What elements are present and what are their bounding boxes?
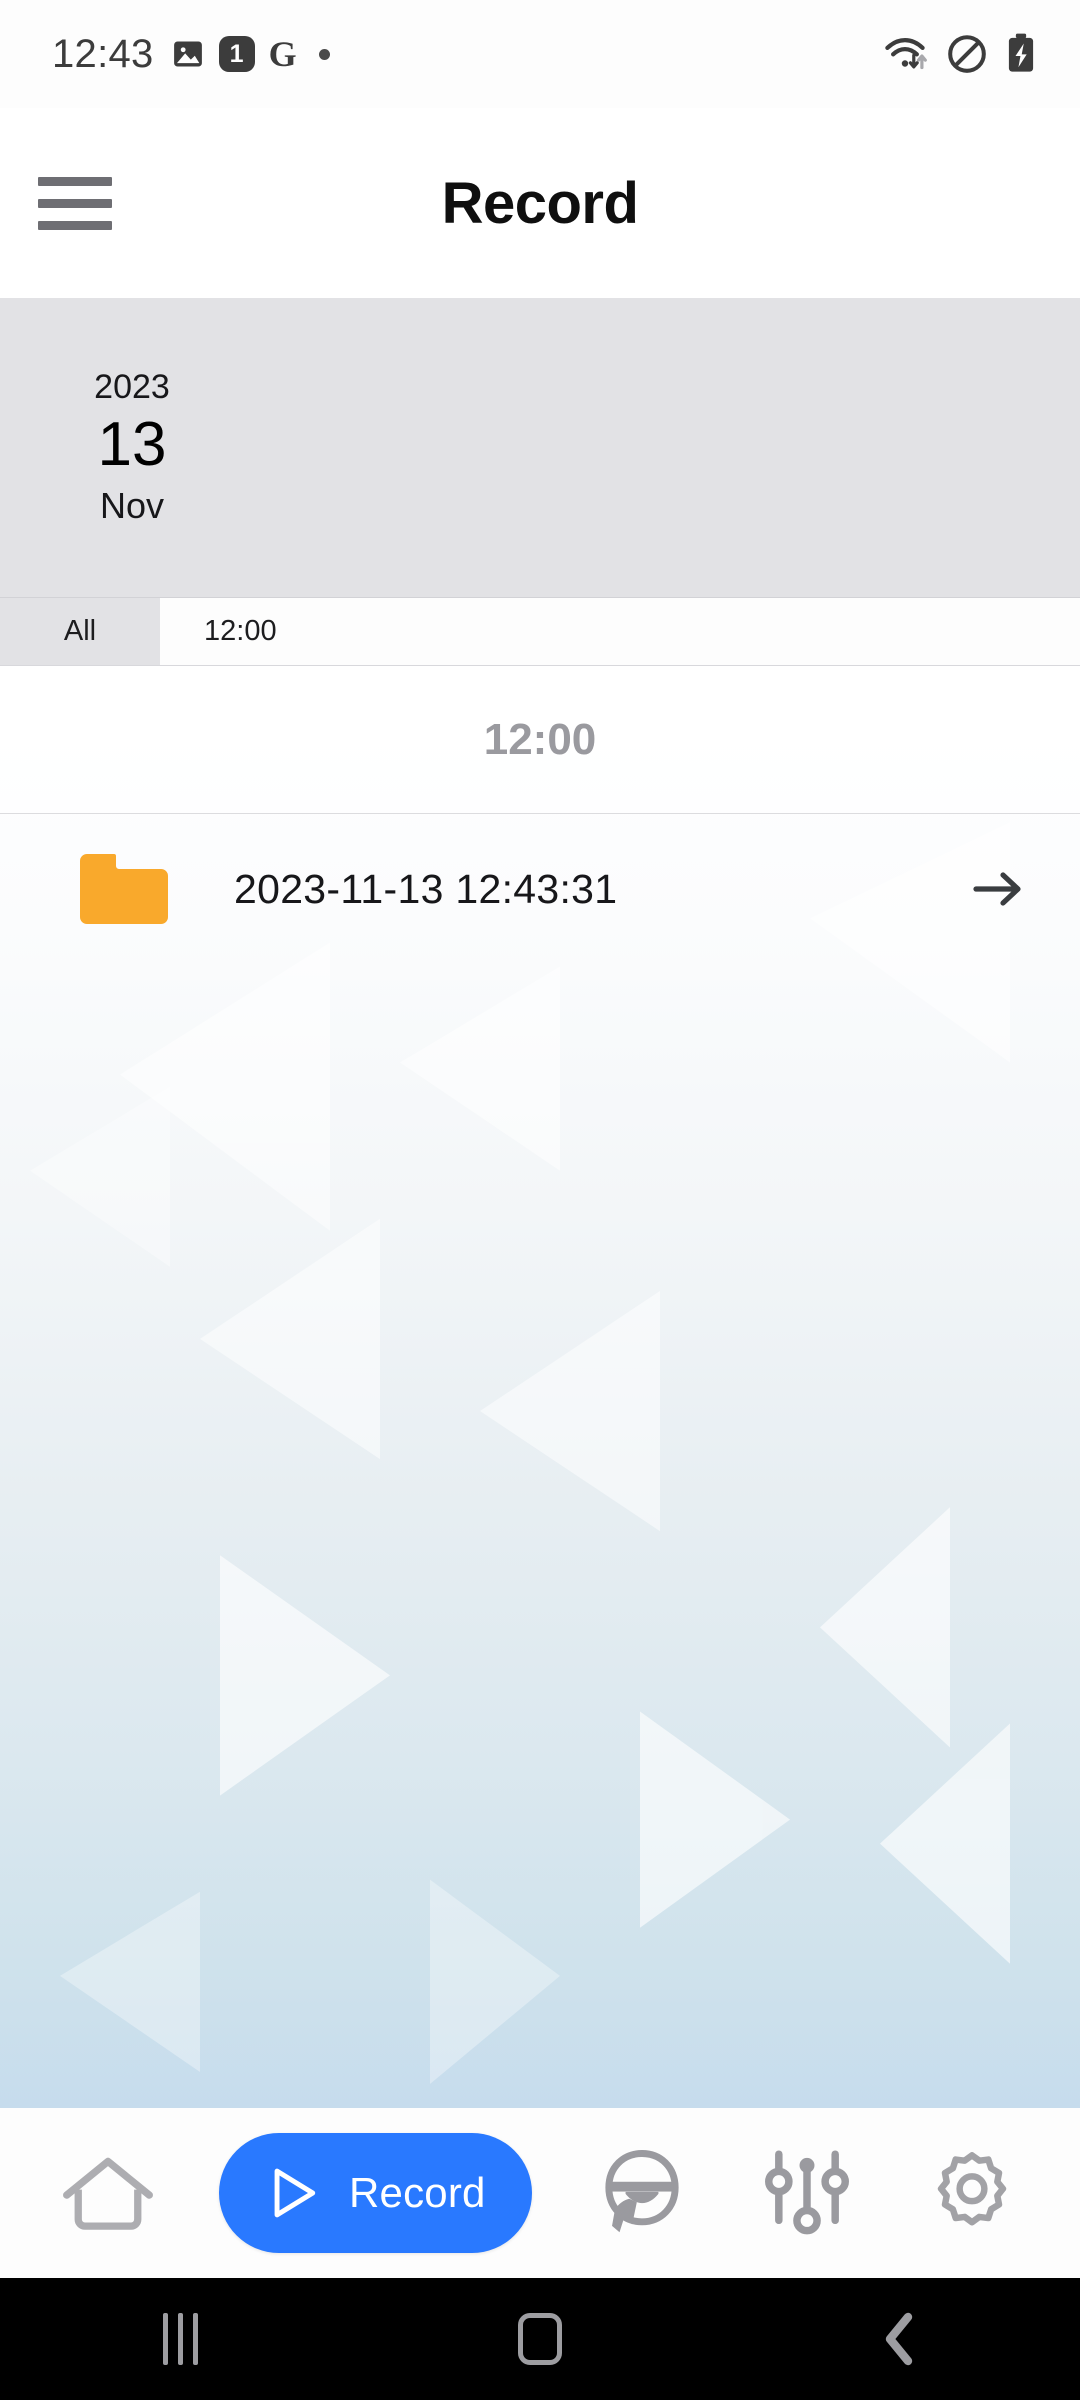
date-cell[interactable]: 2023 13 Nov (72, 366, 192, 530)
home-icon (63, 2157, 154, 2230)
android-navigation-bar (0, 2278, 1080, 2400)
tab-all[interactable]: All (0, 598, 160, 665)
recents-bar (177, 2313, 183, 2365)
gear-icon (937, 2152, 1006, 2226)
list-item[interactable]: 2023-11-13 12:43:31 (0, 814, 1080, 964)
nav-item-driving[interactable] (588, 2134, 696, 2252)
notification-badge: 1 (218, 36, 255, 72)
recents-icon[interactable] (90, 2278, 270, 2400)
status-bar-left: 12:43 1 G (52, 34, 330, 74)
app-header: Record (0, 108, 1080, 298)
nav-item-settings[interactable] (918, 2134, 1026, 2252)
recents-bar (162, 2313, 168, 2365)
status-bar-notification-icons: 1 G (171, 36, 330, 72)
play-triangle-icon (274, 2168, 316, 2218)
battery-charging-icon (1008, 33, 1034, 72)
hamburger-menu-icon[interactable] (38, 176, 112, 230)
content-area: 12:00 2023-11-13 12:43:31 (0, 666, 1080, 2108)
do-not-disturb-icon (948, 35, 986, 73)
home-square-icon[interactable] (450, 2278, 630, 2400)
file-name: 2023-11-13 12:43:31 (234, 865, 618, 912)
hamburger-bar (38, 220, 112, 230)
section-header: 12:00 (0, 666, 1080, 814)
date-month: Nov (99, 484, 165, 526)
photo-icon (173, 41, 202, 67)
bottom-navigation-bar: Record (0, 2108, 1080, 2278)
hamburger-bar (38, 198, 112, 208)
date-year: 2023 (94, 367, 170, 406)
hamburger-bar (38, 176, 112, 186)
back-chevron-icon[interactable] (810, 2278, 990, 2400)
app-screen: 12:43 1 G Record 2023 13 Nov All 12:00 1… (0, 0, 1080, 2400)
status-bar: 12:43 1 G (0, 0, 1080, 108)
steering-wheel-icon (605, 2150, 679, 2233)
dot-indicator (318, 48, 330, 60)
nav-item-record[interactable]: Record (219, 2133, 532, 2253)
tab-time-1200[interactable]: 12:00 (160, 598, 1080, 665)
status-bar-clock: 12:43 (52, 32, 154, 76)
folder-icon (76, 850, 172, 928)
wifi-icon (885, 38, 927, 70)
filter-tab-bar: All 12:00 (0, 598, 1080, 666)
google-icon: G (268, 34, 297, 74)
nav-item-record-label: Record (349, 2169, 486, 2216)
nav-item-tuning[interactable] (753, 2134, 861, 2252)
recents-bar (192, 2313, 198, 2365)
date-day: 13 (97, 410, 167, 480)
page-title: Record (441, 170, 639, 236)
arrow-right-icon[interactable] (972, 867, 1024, 911)
date-selector-card[interactable]: 2023 13 Nov (0, 298, 1080, 598)
nav-item-home[interactable] (54, 2134, 162, 2252)
sliders-icon (764, 2150, 849, 2235)
status-bar-right (884, 32, 1036, 76)
